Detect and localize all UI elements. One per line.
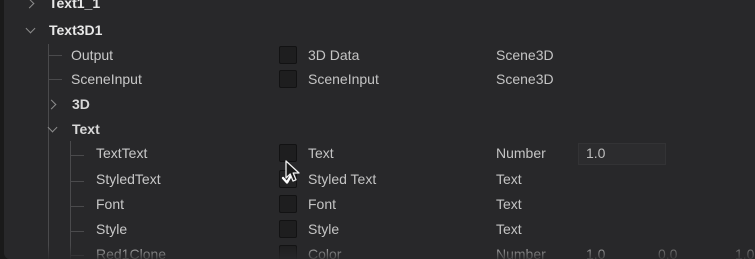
tree-row-text3d1[interactable]: Text3D1 [4, 18, 755, 42]
data-name: SceneInput [308, 71, 379, 87]
data-name: Text [308, 145, 334, 161]
input-name: Font [96, 196, 125, 212]
data-name: 3D Data [308, 47, 360, 63]
port-row-sceneinput[interactable]: SceneInput SceneInput Scene3D [4, 67, 755, 91]
data-name: Styled Text [308, 171, 377, 187]
input-row-red1clone[interactable]: Red1Clone Color Number 1.0 0.0 1.0 [4, 242, 755, 259]
input-row-font[interactable]: Font Font Text [4, 192, 755, 216]
group-label: 3D [72, 96, 90, 112]
data-name: Style [308, 221, 340, 237]
data-type: Text [496, 196, 522, 212]
chevron-down-icon[interactable] [25, 23, 36, 34]
port-row-output[interactable]: Output 3D Data Scene3D [4, 43, 755, 67]
data-name: Font [308, 196, 337, 212]
data-name: Color [308, 246, 342, 259]
group-row-text[interactable]: Text [4, 117, 755, 141]
modifier-tree-panel: Text1_1 Text3D1 Output 3D Data Scene3D S… [4, 0, 755, 259]
value-1[interactable]: 1.0 [586, 242, 605, 259]
chevron-right-icon[interactable] [24, 0, 35, 9]
value-1[interactable]: 1.0 [586, 141, 605, 165]
port-name: SceneInput [71, 71, 142, 87]
input-name: TextText [96, 145, 148, 161]
input-row-style[interactable]: Style Style Text [4, 217, 755, 241]
input-name: StyledText [96, 171, 161, 187]
data-type: Scene3D [496, 71, 554, 87]
group-row-3d[interactable]: 3D [4, 92, 755, 116]
value-2[interactable]: 0.0 [658, 242, 677, 259]
chevron-down-icon[interactable] [47, 122, 58, 133]
input-name: Style [96, 221, 128, 237]
input-checkbox[interactable] [279, 245, 297, 259]
port-checkbox[interactable] [279, 70, 297, 88]
input-name: Red1Clone [96, 246, 167, 259]
input-row-texttext[interactable]: TextText Text Number 1.0 [4, 141, 755, 165]
data-type: Number [496, 246, 546, 259]
data-type: Number [496, 145, 546, 161]
input-checkbox[interactable] [279, 220, 297, 238]
node-label: Text3D1 [49, 22, 103, 38]
input-row-styledtext[interactable]: StyledText Styled Text Text [4, 167, 755, 191]
data-type: Text [496, 221, 522, 237]
input-checkbox[interactable] [279, 195, 297, 213]
chevron-right-icon[interactable] [46, 99, 57, 110]
port-checkbox[interactable] [279, 46, 297, 64]
value-3[interactable]: 1.0 [735, 242, 754, 259]
node-label: Text1_1 [49, 0, 101, 11]
mouse-cursor-icon [285, 160, 300, 182]
tree-row-text1-1[interactable]: Text1_1 [4, 0, 755, 15]
group-label: Text [72, 121, 100, 137]
data-type: Scene3D [496, 47, 554, 63]
port-name: Output [71, 47, 114, 63]
data-type: Text [496, 171, 522, 187]
